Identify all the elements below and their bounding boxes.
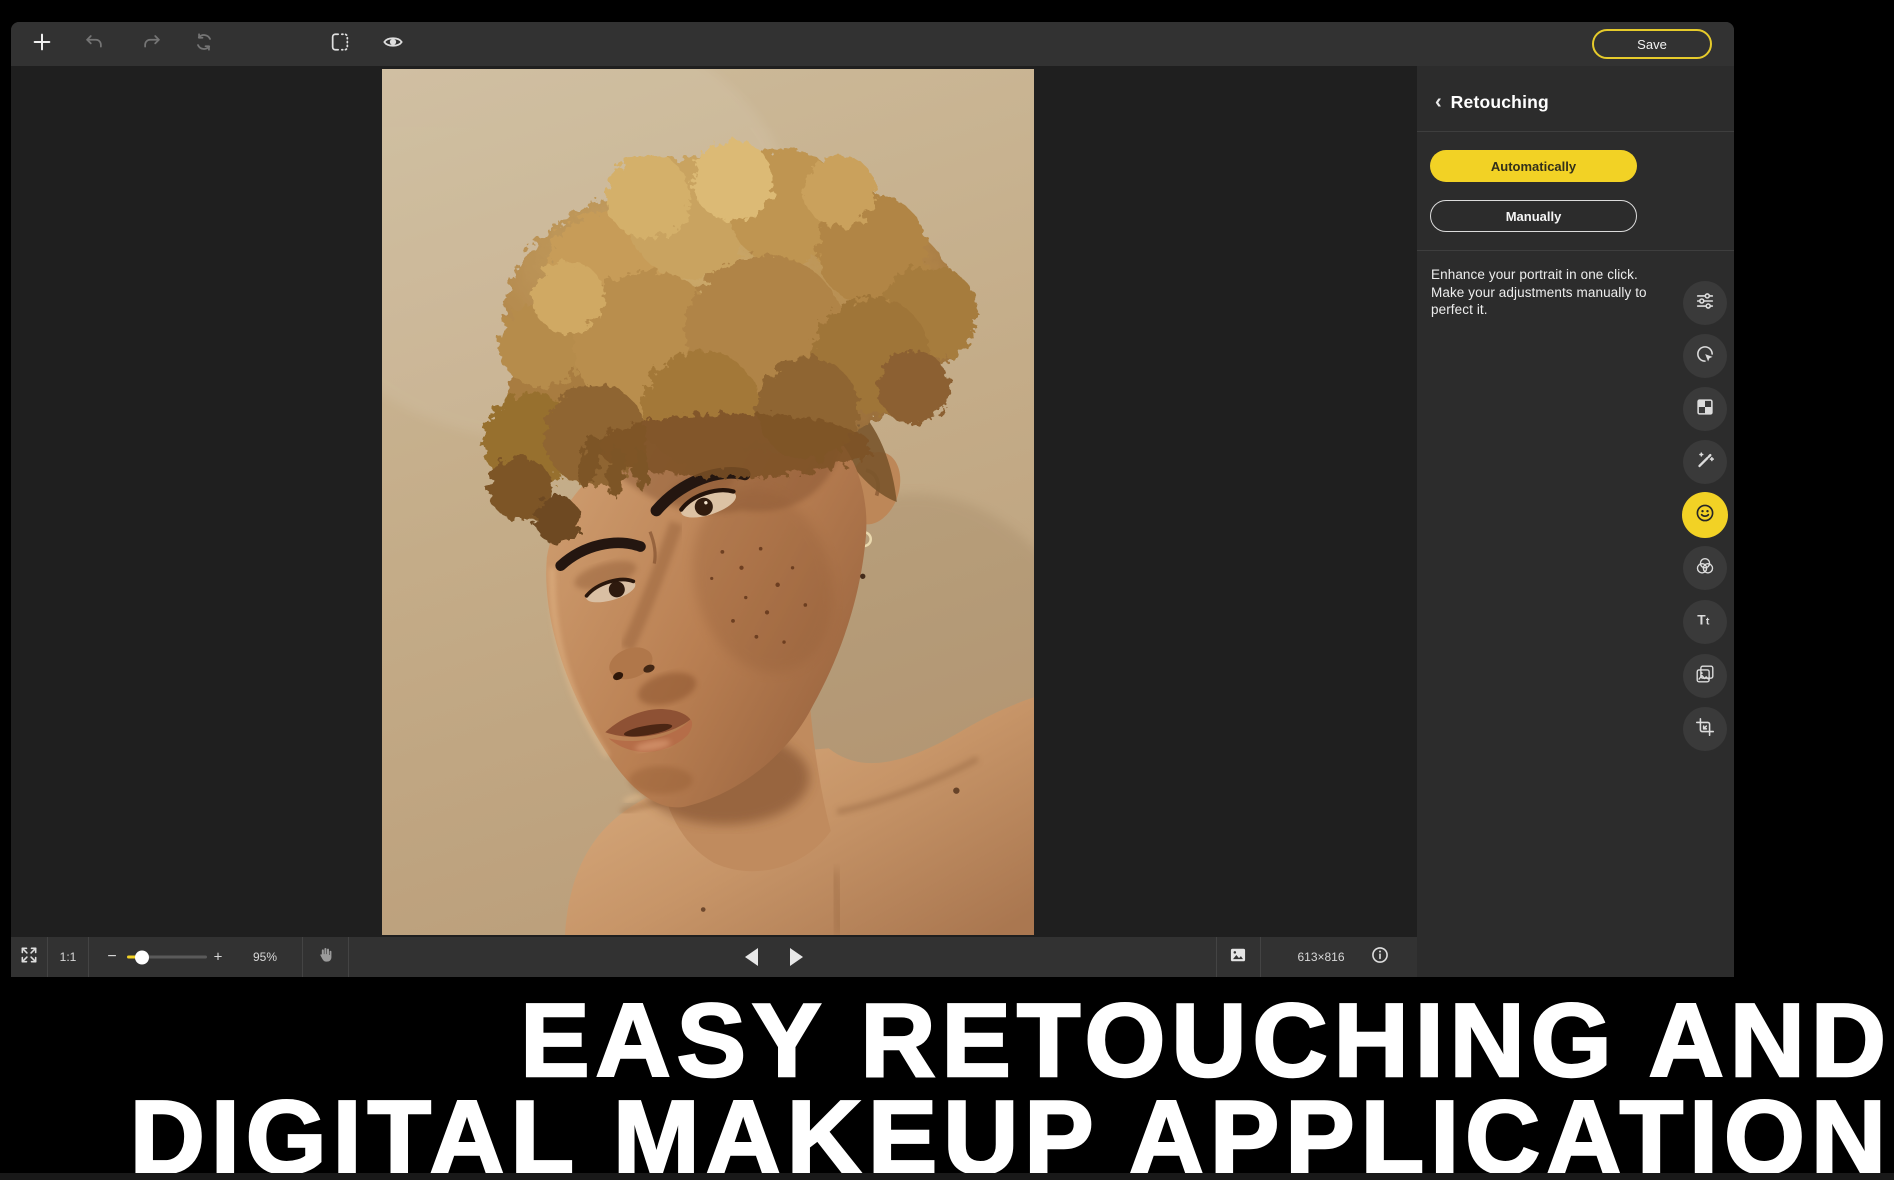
divider bbox=[88, 937, 89, 977]
tool-color-filters-button[interactable] bbox=[1683, 546, 1727, 590]
panel-title: Retouching bbox=[1451, 92, 1549, 113]
zoom-in-button[interactable]: + bbox=[214, 949, 223, 966]
add-image-button[interactable] bbox=[28, 30, 56, 58]
info-icon bbox=[1370, 945, 1390, 970]
layout-grid-icon bbox=[1694, 396, 1716, 423]
next-image-button[interactable] bbox=[790, 948, 803, 966]
tool-face-retouching-button[interactable] bbox=[1682, 492, 1728, 538]
redo-icon bbox=[141, 31, 163, 58]
chevron-left-icon: ‹ bbox=[1435, 92, 1442, 112]
editing-canvas[interactable]: 1:1 − + 95% bbox=[11, 66, 1417, 977]
divider bbox=[1216, 937, 1217, 977]
reset-icon bbox=[193, 31, 215, 58]
tool-layout-button[interactable] bbox=[1683, 387, 1727, 431]
magic-wand-icon bbox=[1694, 449, 1716, 476]
tool-magic-wand-button[interactable] bbox=[1683, 440, 1727, 484]
fullscreen-icon bbox=[19, 945, 39, 970]
divider bbox=[1417, 131, 1734, 132]
text-icon: T t bbox=[1694, 609, 1716, 636]
undo-button[interactable] bbox=[80, 30, 108, 58]
previous-image-button[interactable] bbox=[745, 948, 758, 966]
svg-text:T: T bbox=[1697, 612, 1706, 627]
crop-icon bbox=[1694, 716, 1716, 743]
tool-crop-button[interactable] bbox=[1683, 707, 1727, 751]
save-button[interactable]: Save bbox=[1592, 29, 1712, 59]
color-filters-icon bbox=[1694, 555, 1716, 582]
fullscreen-button[interactable] bbox=[17, 945, 41, 969]
zoom-slider[interactable] bbox=[127, 956, 207, 959]
image-overlay-icon bbox=[1694, 663, 1716, 690]
divider bbox=[1417, 250, 1734, 251]
screenshot-stage: Save bbox=[0, 0, 1894, 1180]
divider bbox=[348, 937, 349, 977]
plus-icon bbox=[31, 31, 53, 58]
zoom-slider-knob[interactable] bbox=[135, 950, 149, 964]
tool-adjustments-button[interactable] bbox=[1683, 281, 1727, 325]
divider bbox=[302, 937, 303, 977]
sliders-icon bbox=[1694, 290, 1716, 317]
compare-before-after-button[interactable] bbox=[326, 30, 354, 58]
divider bbox=[47, 937, 48, 977]
top-toolbar: Save bbox=[11, 22, 1734, 66]
tool-image-overlay-button[interactable] bbox=[1683, 654, 1727, 698]
portrait-photo bbox=[382, 69, 1034, 935]
ratio-1-1-button[interactable]: 1:1 bbox=[60, 950, 77, 964]
bottom-bar: 1:1 − + 95% bbox=[11, 937, 1417, 977]
pan-tool-button[interactable] bbox=[313, 945, 337, 969]
undo-icon bbox=[83, 31, 105, 58]
svg-text:t: t bbox=[1706, 615, 1710, 627]
image-thumbnails-button[interactable] bbox=[1226, 945, 1250, 969]
banner-bottom-strip bbox=[0, 1173, 1894, 1180]
zoom-out-button[interactable]: − bbox=[107, 948, 116, 966]
manually-button[interactable]: Manually bbox=[1430, 200, 1637, 232]
auto-select-icon bbox=[1694, 343, 1716, 370]
preview-button[interactable] bbox=[379, 30, 407, 58]
zoom-percent-label: 95% bbox=[253, 950, 277, 964]
info-button[interactable] bbox=[1368, 945, 1392, 969]
reset-button[interactable] bbox=[190, 30, 218, 58]
tool-text-button[interactable]: T t bbox=[1683, 600, 1727, 644]
smiley-face-icon bbox=[1694, 502, 1716, 529]
panel-back-header[interactable]: ‹ Retouching bbox=[1435, 92, 1549, 113]
image-icon bbox=[1228, 945, 1248, 970]
tool-auto-select-button[interactable] bbox=[1683, 334, 1727, 378]
retouching-panel: ‹ Retouching Automatically Manually Enha… bbox=[1417, 66, 1734, 977]
caption-banner: EASY RETOUCHING AND DIGITAL MAKEUP APPLI… bbox=[0, 977, 1894, 1180]
banner-line-1: EASY RETOUCHING AND bbox=[0, 993, 1892, 1090]
hand-icon bbox=[315, 945, 335, 970]
redo-button[interactable] bbox=[138, 30, 166, 58]
image-size-label: 613×816 bbox=[1297, 950, 1344, 964]
panel-description: Enhance your portrait in one click. Make… bbox=[1431, 266, 1647, 319]
banner-line-2: DIGITAL MAKEUP APPLICATION bbox=[0, 1090, 1892, 1180]
automatically-button[interactable]: Automatically bbox=[1430, 150, 1637, 182]
eye-icon bbox=[382, 31, 404, 58]
compare-split-icon bbox=[329, 31, 351, 58]
divider bbox=[1260, 937, 1261, 977]
app-window: Save bbox=[11, 22, 1734, 977]
